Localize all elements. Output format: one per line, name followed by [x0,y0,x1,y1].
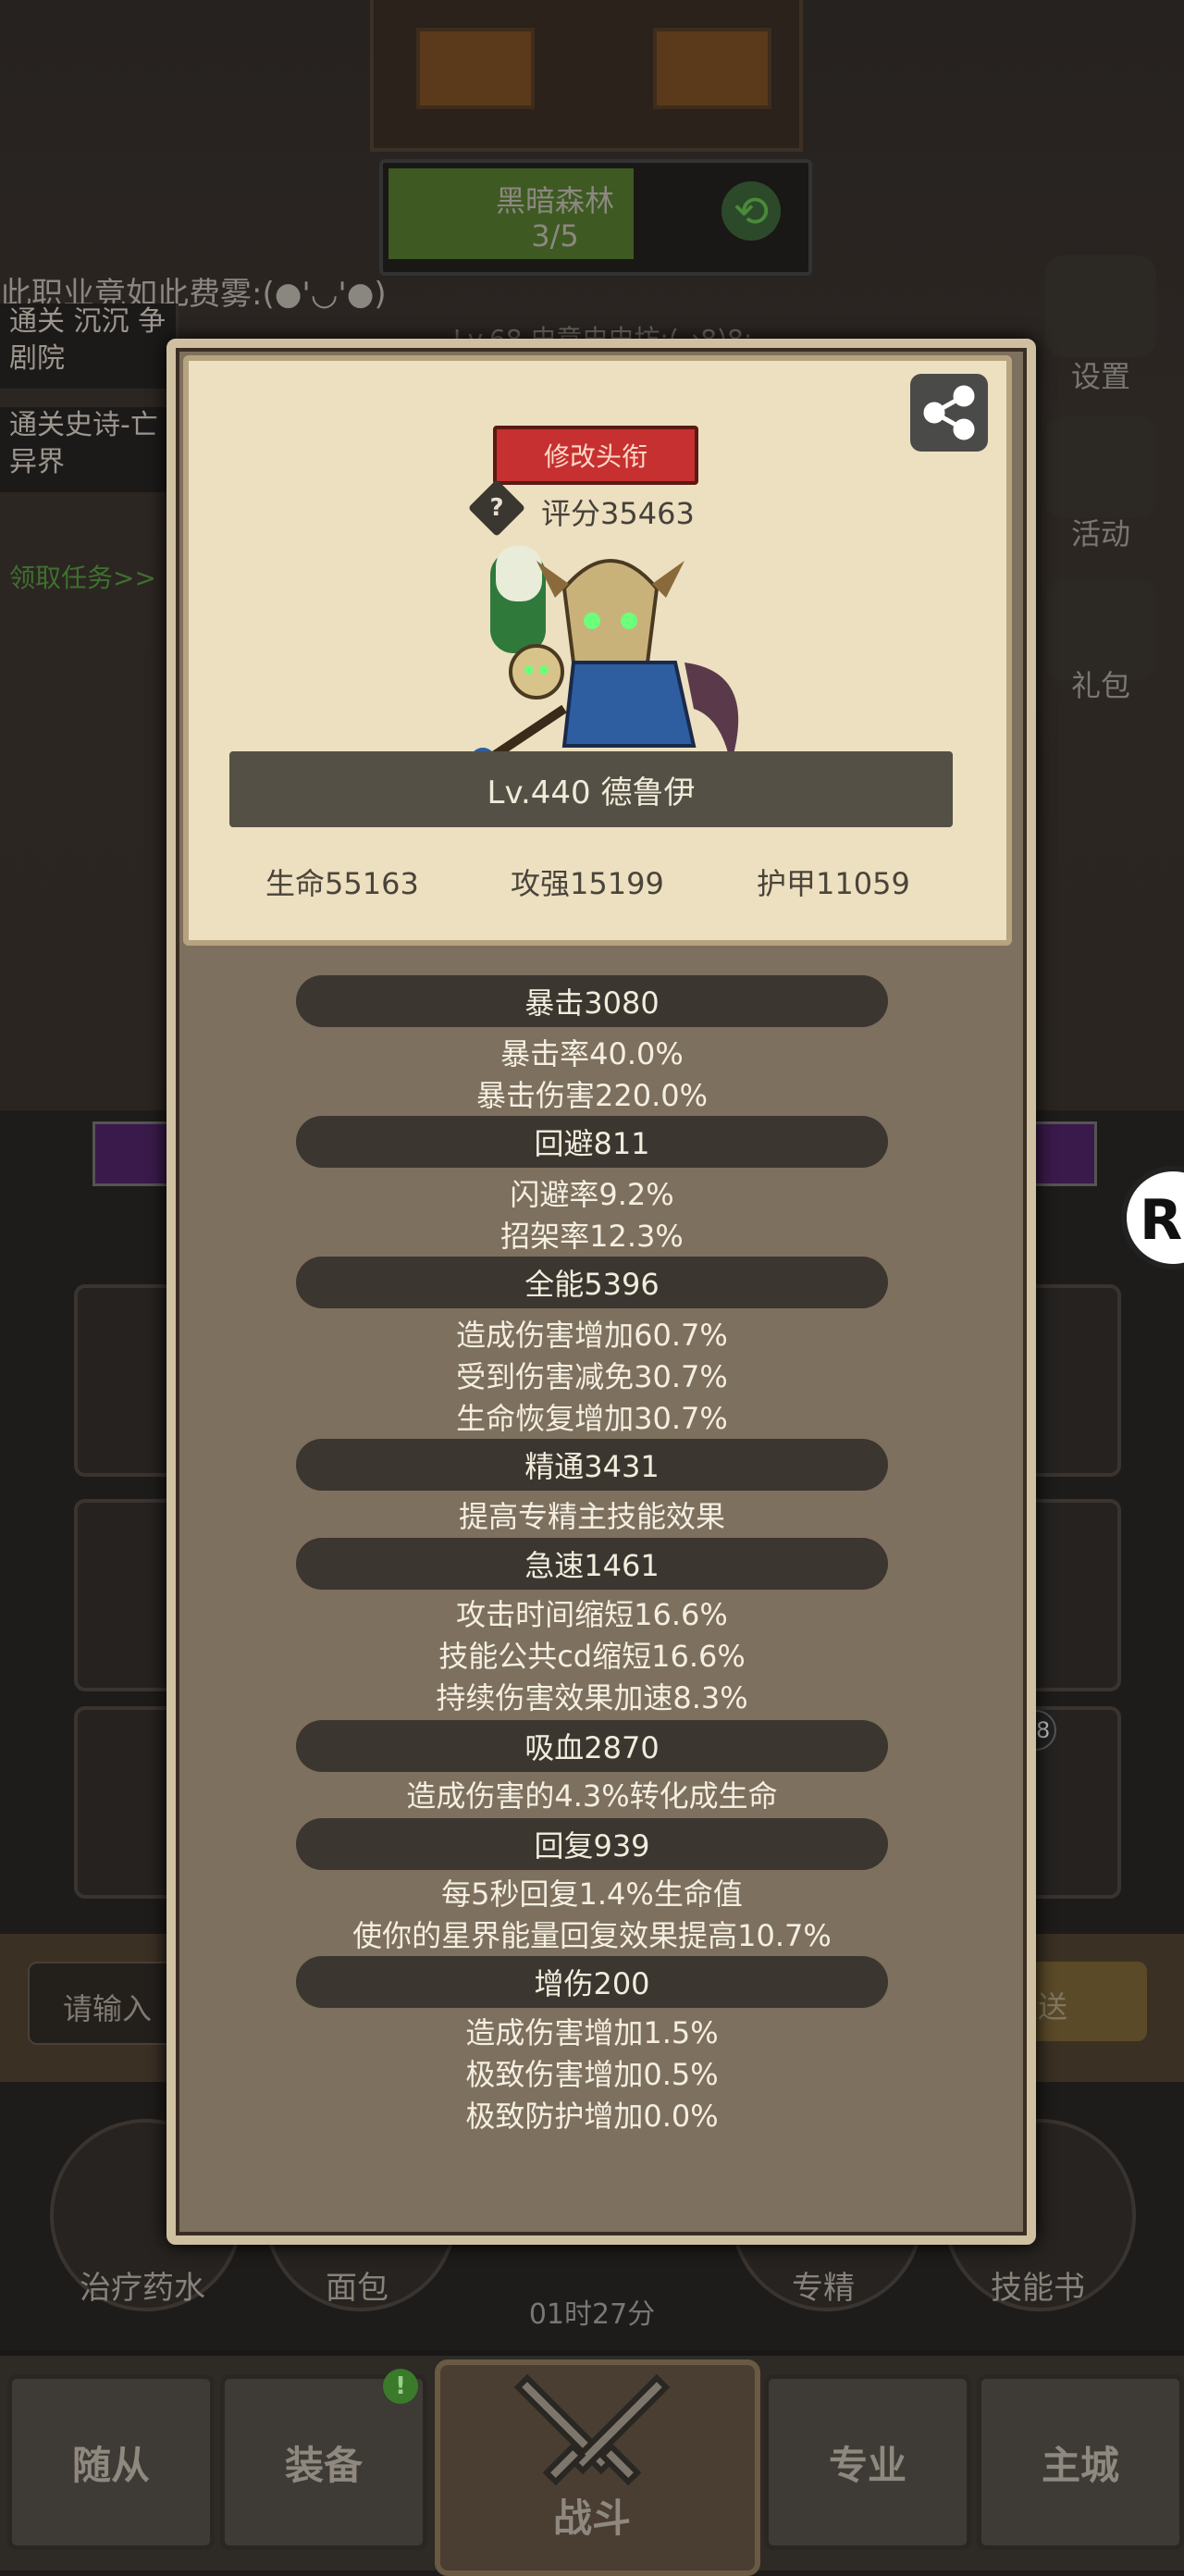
notification-badge: ! [383,2369,418,2404]
stat-line: 每5秒回复1.4%生命值 [441,1876,743,1912]
quest-task-link[interactable]: 领取任务>> [9,558,156,595]
nav-profession[interactable]: 专业 [764,2374,971,2550]
stat-line: 攻击时间缩短16.6% [456,1597,728,1632]
crit-header: 暴击3080 [296,975,888,1027]
mastery-header: 精通3431 [296,1439,888,1491]
stat-line: 造成伤害增加1.5% [465,2015,719,2050]
armor-stat: 护甲11059 [757,866,910,901]
stat-line: 技能公共cd缩短16.6% [438,1639,746,1674]
chat-placeholder: 请输入 [63,1991,153,2026]
stat-line: 暴击率40.0% [500,1036,684,1071]
share-icon[interactable] [910,374,988,452]
stat-line: 造成伤害增加60.7% [456,1318,728,1353]
calendar-icon[interactable] [1045,416,1156,518]
stat-line: 受到伤害减免30.7% [456,1359,728,1394]
haste-header: 急速1461 [296,1538,888,1590]
stat-line: 招架率12.3% [500,1219,684,1254]
map-progress-count: 3/5 [531,218,579,254]
nav-battle-label: 战斗 [552,2496,631,2541]
quest-label: 通关史诗-亡 异界 [9,409,158,478]
crossed-swords-icon [513,2373,671,2486]
stat-line: 造成伤害的4.3%转化成生命 [406,1778,778,1814]
quest-label: 通关 沉沉 争剧院 [9,305,166,375]
map-name: 黑暗森林 [495,183,614,218]
quest-item[interactable]: 通关史诗-亡 异界 [0,407,179,492]
stat-line: 使你的星界能量回复效果提高10.7% [352,1918,832,1953]
gear-icon[interactable] [1045,255,1156,357]
nav-follower[interactable]: 随从 [7,2374,215,2550]
timer: 01时27分 [528,2298,656,2331]
floating-assistant-icon[interactable]: R [1121,1166,1184,1269]
item-label-potion: 治疗药水 [80,2270,205,2307]
side-label-gift[interactable]: 礼包 [1036,663,1166,705]
side-label-settings[interactable]: 设置 [1036,353,1166,396]
side-label-activity[interactable]: 活动 [1036,511,1166,553]
stat-line: 持续伤害效果加速8.3% [436,1680,748,1715]
stat-line: 极致防护增加0.0% [465,2099,719,2134]
versatility-header: 全能5396 [296,1257,888,1308]
stat-line: 生命恢复增加30.7% [456,1401,728,1436]
regen-header: 回复939 [296,1818,888,1870]
health-stat: 生命55163 [265,866,419,901]
item-label-mastery: 专精 [792,2270,855,2307]
item-label-bread: 面包 [326,2270,388,2307]
chat-input[interactable]: 请输入 [28,1962,179,2045]
question-icon: ? [489,494,504,522]
avoidance-header: 回避811 [296,1116,888,1168]
attack-power-stat: 攻强15199 [511,866,664,901]
damage-bonus-header: 增伤200 [296,1956,888,2008]
top-slot-left[interactable] [416,28,535,109]
change-title-button[interactable]: 修改头衔 [493,426,698,485]
druid-character-art [470,546,739,774]
stat-line: 提高专精主技能效果 [458,1499,725,1534]
character-name-bar: Lv.440 德鲁伊 [229,751,953,827]
top-slot-right[interactable] [653,28,771,109]
quest-item[interactable]: 通关 沉沉 争剧院 [0,303,179,389]
score-value: 评分35463 [541,496,695,531]
stat-line: 极致伤害增加0.5% [465,2057,719,2092]
stat-line: 暴击伤害220.0% [475,1078,709,1113]
nav-main-city[interactable]: 主城 [977,2374,1184,2550]
stat-line: 闪避率9.2% [510,1177,674,1212]
refresh-icon[interactable]: ⟲ [722,181,781,241]
item-label-skill-book: 技能书 [991,2270,1085,2307]
lifesteal-header: 吸血2870 [296,1720,888,1772]
